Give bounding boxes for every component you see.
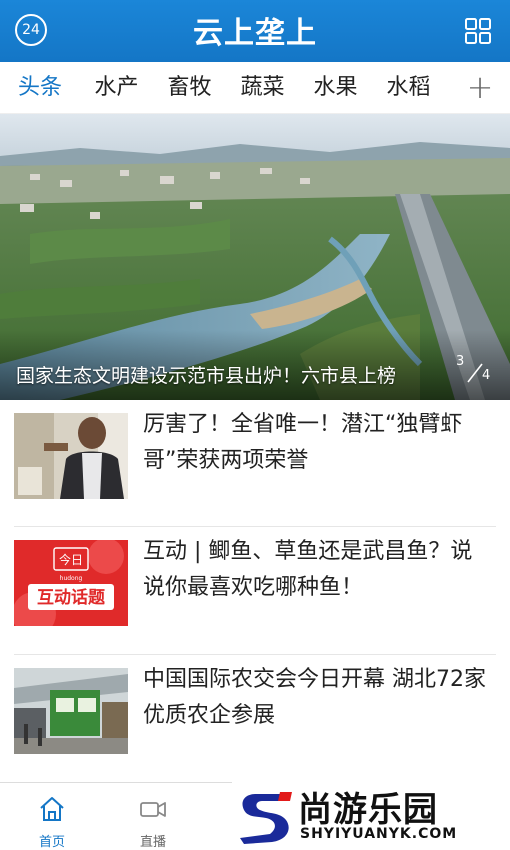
svg-text:hudong: hudong bbox=[60, 575, 83, 582]
pager-total: 4 bbox=[482, 368, 491, 383]
banner-pager: 3 4 bbox=[454, 354, 496, 388]
nav-home-label: 首页 bbox=[38, 835, 65, 850]
category-tabs: 头条 水产 畜牧 蔬菜 水果 水稻 + bbox=[0, 62, 510, 114]
add-tab-button[interactable]: + bbox=[466, 71, 494, 104]
nav-live[interactable]: 直播 bbox=[113, 783, 193, 850]
watermark: 尚游乐园 SHYIYUANYK.COM bbox=[232, 782, 510, 850]
news-thumbnail bbox=[14, 413, 128, 499]
svg-text:今日: 今日 bbox=[59, 552, 83, 567]
news-item[interactable]: 中国国际农交会今日开幕 湖北72家优质农企参展 bbox=[14, 667, 496, 788]
interactive-topic-logo: 今日 hudong 互动话题 bbox=[14, 540, 128, 626]
news-title: 中国国际农交会今日开幕 湖北72家优质农企参展 bbox=[143, 667, 486, 728]
news-thumbnail bbox=[14, 668, 128, 754]
tab-livestock[interactable]: 畜牧 bbox=[153, 62, 226, 114]
news-title: 厉害了！全省唯一！潜江“独臂虾哥”荣获两项荣誉 bbox=[143, 412, 463, 473]
news-item[interactable]: 厉害了！全省唯一！潜江“独臂虾哥”荣获两项荣誉 bbox=[14, 412, 496, 533]
news-thumbnail: 今日 hudong 互动话题 bbox=[14, 540, 128, 626]
watermark-logo-icon bbox=[240, 792, 292, 844]
news-item[interactable]: 今日 hudong 互动话题 互动 | 鲫鱼、草鱼还是武昌鱼？说说你最喜欢吃哪种… bbox=[14, 539, 496, 660]
news-photo bbox=[14, 413, 128, 499]
video-camera-icon bbox=[140, 802, 166, 817]
news-title: 互动 | 鲫鱼、草鱼还是武昌鱼？说说你最喜欢吃哪种鱼！ bbox=[143, 539, 473, 600]
news-photo bbox=[14, 668, 128, 754]
watermark-domain: SHYIYUANYK.COM bbox=[300, 826, 458, 842]
headline-banner[interactable]: 国家生态文明建设示范市县出炉！六市县上榜 3 4 bbox=[0, 114, 510, 400]
tab-headlines[interactable]: 头条 bbox=[0, 62, 80, 114]
grid-menu-button[interactable] bbox=[464, 17, 492, 45]
grid-icon bbox=[465, 18, 491, 44]
nav-home[interactable]: 首页 bbox=[12, 783, 92, 850]
app-title: 云上垄上 bbox=[193, 16, 317, 51]
svg-text:互动话题: 互动话题 bbox=[37, 587, 106, 608]
watermark-name: 尚游乐园 bbox=[298, 790, 438, 830]
banner-caption: 国家生态文明建设示范市县出炉！六市县上榜 bbox=[16, 365, 397, 387]
list-divider bbox=[14, 654, 496, 655]
tab-fruit[interactable]: 水果 bbox=[299, 62, 372, 114]
tab-rice[interactable]: 水稻 bbox=[372, 62, 445, 114]
tab-aquatic[interactable]: 水产 bbox=[80, 62, 153, 114]
home-icon bbox=[40, 797, 64, 821]
nav-live-label: 直播 bbox=[139, 835, 166, 850]
list-divider bbox=[14, 526, 496, 527]
app-header: 24 云上垄上 bbox=[0, 0, 510, 62]
tab-vegetables[interactable]: 蔬菜 bbox=[226, 62, 299, 114]
